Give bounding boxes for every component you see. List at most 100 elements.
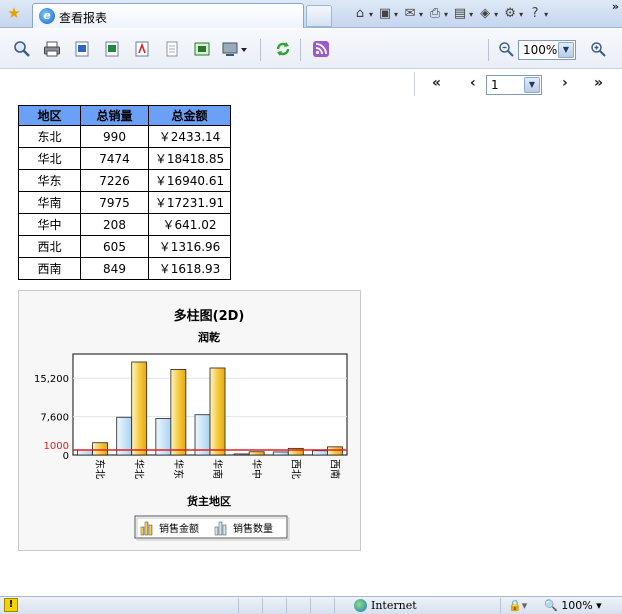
overflow-chevron-icon[interactable]: » <box>612 0 619 13</box>
bar-quantity <box>194 414 211 456</box>
favorites-star-icon[interactable]: ★ <box>6 5 22 21</box>
status-divider <box>310 598 311 613</box>
new-tab-button[interactable] <box>306 5 332 27</box>
ie-page-icon: e <box>39 8 55 24</box>
chevron-down-icon[interactable]: ▾ <box>469 10 473 19</box>
tools-icon: ⚙ <box>504 6 516 21</box>
legend-swatch-bar <box>140 526 145 536</box>
print-icon[interactable] <box>42 39 62 59</box>
chevron-down-icon[interactable]: ▾ <box>394 10 398 19</box>
chevron-down-icon[interactable]: ▾ <box>544 10 548 19</box>
browser-tab-bar: ★ e 查看报表 ⌂ ▾ ▣ ▾ ✉ ▾ ⎙ ▾ ▤ ▾ ◈ ▾ ⚙ ▾? ▾ » <box>0 0 622 28</box>
cell-total-quantity: 208 <box>80 213 149 236</box>
export-pdf-icon[interactable] <box>132 39 152 59</box>
x-tick-label: 华东 <box>172 459 185 479</box>
page-button[interactable]: ▤ ▾ <box>452 4 473 24</box>
last-page-button[interactable]: » <box>594 75 603 91</box>
table-header-row: 地区 总销量 总金额 <box>18 105 231 126</box>
legend-swatch-bar <box>218 521 223 536</box>
toolbar-separator <box>488 39 489 61</box>
export-excel-icon[interactable] <box>102 39 122 59</box>
protected-mode-icon[interactable]: 🔒▾ <box>508 599 527 612</box>
cell-total-amount: ￥641.02 <box>148 213 231 236</box>
home-button[interactable]: ⌂ ▾ <box>352 4 373 24</box>
chart-panel: 多柱图(2D) 润乾 0 7,600 15,200 东北 华北 华东 华南 华中 西北 西南 1000 货… <box>18 290 361 551</box>
legend-entry: 销售金额 <box>159 522 199 535</box>
cell-total-amount: ￥16940.61 <box>148 169 231 192</box>
bar-quantity <box>77 449 93 456</box>
x-tick-label: 西北 <box>289 459 301 479</box>
home-icon: ⌂ <box>355 6 365 21</box>
export-word-icon[interactable] <box>72 39 92 59</box>
tools-button[interactable]: ⚙ ▾ <box>502 4 523 24</box>
bar-amount <box>92 442 108 456</box>
chevron-down-icon[interactable]: ▾ <box>369 10 373 19</box>
page-number-select[interactable]: 1 ▼ <box>486 75 542 95</box>
cell-total-quantity: 7226 <box>80 169 149 192</box>
page-number-value: 1 <box>491 78 499 92</box>
x-tick-label: 东北 <box>94 459 107 479</box>
bar-amount <box>131 361 148 456</box>
table-row: 华北 7474 ￥18418.85 <box>18 147 231 170</box>
multi-bar-chart: 多柱图(2D) 润乾 0 7,600 15,200 东北 华北 华东 华南 华中 西北 西南 1000 货… <box>34 308 348 541</box>
legend-swatch-bar <box>222 524 227 536</box>
legend-swatch-bar <box>148 524 153 536</box>
status-zoom[interactable]: 🔍 100% ▾ <box>544 599 602 612</box>
x-tick-label: 华中 <box>250 459 263 479</box>
magnifier-icon: 🔍 <box>544 599 558 612</box>
bar-quantity <box>233 453 250 456</box>
safety-button[interactable]: ◈ ▾ <box>477 4 498 24</box>
cell-region: 西南 <box>18 257 81 280</box>
chevron-down-icon[interactable]: ▾ <box>419 10 423 19</box>
first-page-button[interactable]: « <box>432 75 441 91</box>
chevron-down-icon[interactable]: ▼ <box>558 42 574 58</box>
toolbar-separator <box>260 39 261 61</box>
zoom-out-icon[interactable] <box>496 39 516 59</box>
cell-region: 东北 <box>18 125 81 148</box>
export-text-icon[interactable] <box>162 39 182 59</box>
tab-title: 查看报表 <box>59 11 108 25</box>
zoom-in-icon[interactable] <box>588 39 608 59</box>
x-tick-label: 华北 <box>133 459 146 479</box>
zoom-select-value: 100% <box>523 43 558 57</box>
bar-quantity <box>272 451 289 456</box>
chevron-down-icon[interactable]: ▼ <box>524 77 540 93</box>
table-row: 东北 990 ￥2433.14 <box>18 125 231 148</box>
y-tick-label: 7,600 <box>40 413 69 424</box>
chart-title: 多柱图(2D) <box>174 308 245 324</box>
chart-subtitle: 润乾 <box>198 330 220 344</box>
status-divider <box>334 598 335 613</box>
search-report-icon[interactable] <box>12 39 32 59</box>
command-bar: ⌂ ▾ ▣ ▾ ✉ ▾ ⎙ ▾ ▤ ▾ ◈ ▾ ⚙ ▾? ▾ <box>352 4 548 24</box>
chevron-down-icon[interactable]: ▾ <box>444 10 448 19</box>
export-image-icon[interactable] <box>192 39 212 59</box>
security-zone-label: Internet <box>371 599 417 612</box>
mail-icon: ✉ <box>404 6 416 21</box>
security-zone[interactable]: Internet <box>354 599 417 612</box>
feeds-button[interactable]: ▣ ▾ <box>377 4 398 24</box>
table-row: 华中 208 ￥641.02 <box>18 213 231 236</box>
refresh-icon[interactable] <box>273 39 293 59</box>
print-icon: ⎙ <box>429 6 441 21</box>
chevron-down-icon[interactable]: ▾ <box>494 10 498 19</box>
mail-button[interactable]: ✉ ▾ <box>402 4 423 24</box>
bar-amount <box>170 369 187 456</box>
x-axis-label: 货主地区 <box>186 494 231 508</box>
status-bar: ! Internet 🔒▾ 🔍 100% ▾ <box>0 596 622 614</box>
x-tick-label: 华南 <box>211 459 224 479</box>
print-button[interactable]: ⎙ ▾ <box>427 4 448 24</box>
zoom-select[interactable]: 100% ▼ <box>518 40 576 60</box>
cell-total-amount: ￥18418.85 <box>148 147 231 170</box>
warning-icon[interactable]: ! <box>4 598 18 612</box>
cell-region: 西北 <box>18 235 81 258</box>
next-page-button[interactable]: › <box>562 75 568 91</box>
y-tick-label: 15,200 <box>34 374 69 385</box>
layout-menu-icon[interactable] <box>220 39 250 59</box>
tab-view-report[interactable]: e 查看报表 <box>32 3 304 28</box>
legend-entry: 销售数量 <box>233 522 273 535</box>
chevron-down-icon[interactable]: ▾ <box>519 10 523 19</box>
previous-page-button[interactable]: ‹ <box>470 75 476 91</box>
reference-line-label: 1000 <box>44 441 69 452</box>
help-button[interactable]: ? ▾ <box>527 4 548 24</box>
rss-feed-icon[interactable] <box>311 39 331 59</box>
